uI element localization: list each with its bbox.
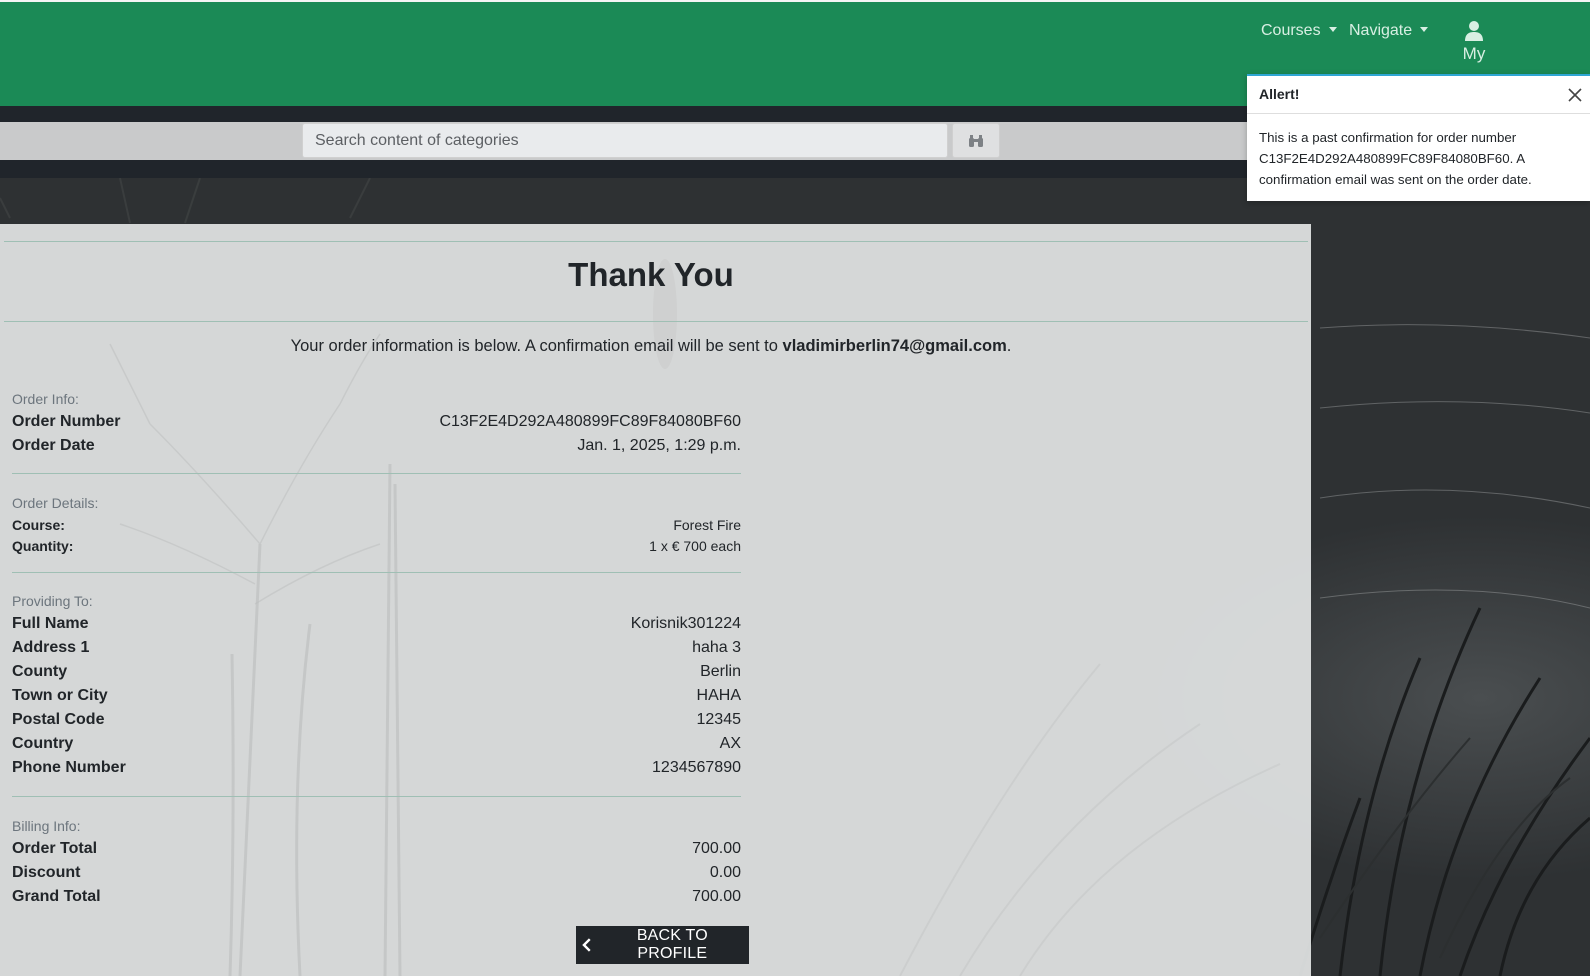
caret-down-icon — [1420, 27, 1429, 32]
nav-courses-dropdown[interactable]: Courses — [1261, 22, 1337, 40]
row-value: Jan. 1, 2025, 1:29 p.m. — [577, 437, 741, 454]
row-value: C13F2E4D292A480899FC89F84080BF60 — [439, 413, 741, 430]
row-value: 700.00 — [692, 840, 741, 857]
row-key: County — [12, 663, 68, 680]
row-value: 12345 — [696, 711, 742, 728]
divider — [4, 321, 1308, 322]
row-value: 700.00 — [692, 888, 741, 905]
providing-to-label: Providing To: — [12, 593, 93, 609]
row-value: 0.00 — [709, 864, 741, 881]
row-value: Korisnik301224 — [630, 615, 741, 632]
divider — [12, 473, 741, 474]
caret-down-icon — [1328, 27, 1337, 32]
page-title: Thank You — [568, 256, 734, 293]
nav-navigate-label: Navigate — [1349, 22, 1413, 39]
back-to-profile-button[interactable]: BACK TO PROFILE — [576, 926, 749, 964]
row-key: Full Name — [12, 615, 89, 632]
nav-navigate-dropdown[interactable]: Navigate — [1349, 22, 1429, 40]
row-key: Order Number — [12, 413, 121, 430]
order-info-label: Order Info: — [12, 391, 79, 407]
alert-header: Allert! — [1247, 76, 1590, 114]
billing-info-label: Billing Info: — [12, 818, 81, 834]
binoculars-icon — [969, 134, 983, 147]
account-label: My — [1462, 44, 1486, 63]
row-value: Forest Fire — [673, 517, 741, 533]
close-icon[interactable] — [1564, 84, 1586, 106]
row-value: 1234567890 — [652, 759, 741, 776]
order-details-label: Order Details: — [12, 495, 99, 511]
row-key: Order Total — [12, 840, 98, 857]
intro-end: . — [1006, 337, 1012, 355]
row-key: Town or City — [12, 687, 108, 704]
row-key: Course: — [12, 517, 65, 533]
nav-courses-label: Courses — [1261, 22, 1321, 39]
row-key: Phone Number — [12, 759, 126, 776]
alert-title: Allert! — [1259, 86, 1300, 102]
account-menu[interactable]: My — [1454, 20, 1494, 64]
row-value: Berlin — [700, 663, 741, 680]
user-icon — [1465, 21, 1483, 41]
alert-toast: Allert! This is a past confirmation for … — [1247, 74, 1590, 201]
row-key: Country — [12, 735, 74, 752]
row-key: Address 1 — [12, 639, 90, 656]
row-key: Order Date — [12, 437, 95, 454]
row-value: AX — [719, 735, 741, 752]
row-key: Postal Code — [12, 711, 105, 728]
intro-message: Your order information is below. A confi… — [0, 337, 1302, 356]
row-value: haha 3 — [692, 639, 741, 656]
divider — [4, 241, 1308, 242]
row-value: HAHA — [696, 687, 741, 704]
divider — [12, 572, 741, 573]
intro-text: Your order information is below. A confi… — [290, 337, 778, 355]
divider — [12, 796, 741, 797]
row-key: Quantity: — [12, 538, 74, 554]
back-to-profile-label: BACK TO PROFILE — [636, 927, 708, 962]
confirmation-email: vladimirberlin74@gmail.com — [782, 337, 1007, 355]
search-input[interactable] — [302, 123, 948, 158]
search-button[interactable] — [952, 123, 1000, 158]
alert-message: This is a past confirmation for order nu… — [1259, 130, 1532, 187]
row-value: 1 x € 700 each — [649, 538, 741, 554]
row-key: Grand Total — [12, 888, 101, 905]
row-key: Discount — [12, 864, 81, 881]
chevron-left-icon — [582, 938, 591, 952]
